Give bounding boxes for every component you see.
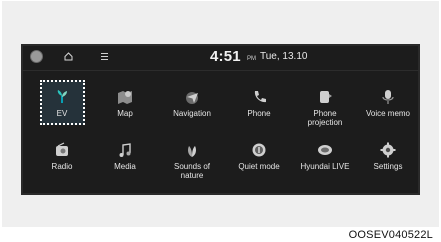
app-phone[interactable]: Phone <box>226 88 292 118</box>
globe-icon[interactable] <box>30 50 43 63</box>
app-label: Voice memo <box>365 109 411 118</box>
app-settings[interactable]: Settings <box>355 141 421 171</box>
app-quiet-mode[interactable]: Quiet mode <box>226 141 292 171</box>
app-label: Hyundai LIVE <box>300 162 350 171</box>
settings-icon <box>380 142 396 158</box>
voice-memo-icon <box>382 90 394 104</box>
app-label: Phone projection <box>307 109 343 127</box>
media-icon <box>119 143 131 157</box>
map-icon <box>118 91 132 104</box>
app-radio[interactable]: Radio <box>29 141 95 171</box>
status-bar: 4:51 PM Tue, 13.10 <box>21 44 420 71</box>
app-label: Sounds of nature <box>173 162 211 180</box>
quiet-mode-icon <box>252 143 266 157</box>
clock-time: 4:51 <box>210 48 241 65</box>
clock-date: Tue, 13.10 <box>260 51 308 62</box>
app-media[interactable]: Media <box>92 141 158 171</box>
phone-projection-icon <box>320 91 332 103</box>
navigation-icon <box>186 92 198 104</box>
app-navigation[interactable]: Navigation <box>159 88 225 118</box>
app-phone-projection[interactable]: Phone projection <box>292 88 358 127</box>
app-label: Quiet mode <box>238 162 280 171</box>
app-label: Settings <box>373 162 403 171</box>
home-icon[interactable] <box>64 52 73 61</box>
menu-icon[interactable] <box>101 53 108 60</box>
app-map[interactable]: Map <box>92 88 158 118</box>
clock-ampm: PM <box>247 56 256 62</box>
app-label: Media <box>114 162 136 171</box>
app-label: Navigation <box>173 109 211 118</box>
app-sounds-of-nature[interactable]: Sounds of nature <box>159 141 225 180</box>
app-label: Map <box>117 109 133 118</box>
radio-icon <box>56 142 68 156</box>
phone-icon <box>254 91 266 103</box>
infotainment-screen: 4:51 PM Tue, 13.10 EV Map Navigation Pho… <box>21 44 420 195</box>
app-label: Phone <box>247 109 271 118</box>
sounds-of-nature-icon <box>188 146 196 157</box>
app-label: Radio <box>51 162 73 171</box>
image-caption: OOSEV040522L <box>348 229 433 241</box>
app-ev[interactable]: EV <box>29 88 95 118</box>
ev-icon <box>57 90 67 103</box>
app-label: EV <box>56 109 68 118</box>
app-hyundai-live[interactable]: Hyundai LIVE <box>292 141 358 171</box>
photo-frame: 4:51 PM Tue, 13.10 EV Map Navigation Pho… <box>2 1 439 227</box>
app-voice-memo[interactable]: Voice memo <box>355 88 421 118</box>
hyundai-live-icon <box>318 145 332 155</box>
